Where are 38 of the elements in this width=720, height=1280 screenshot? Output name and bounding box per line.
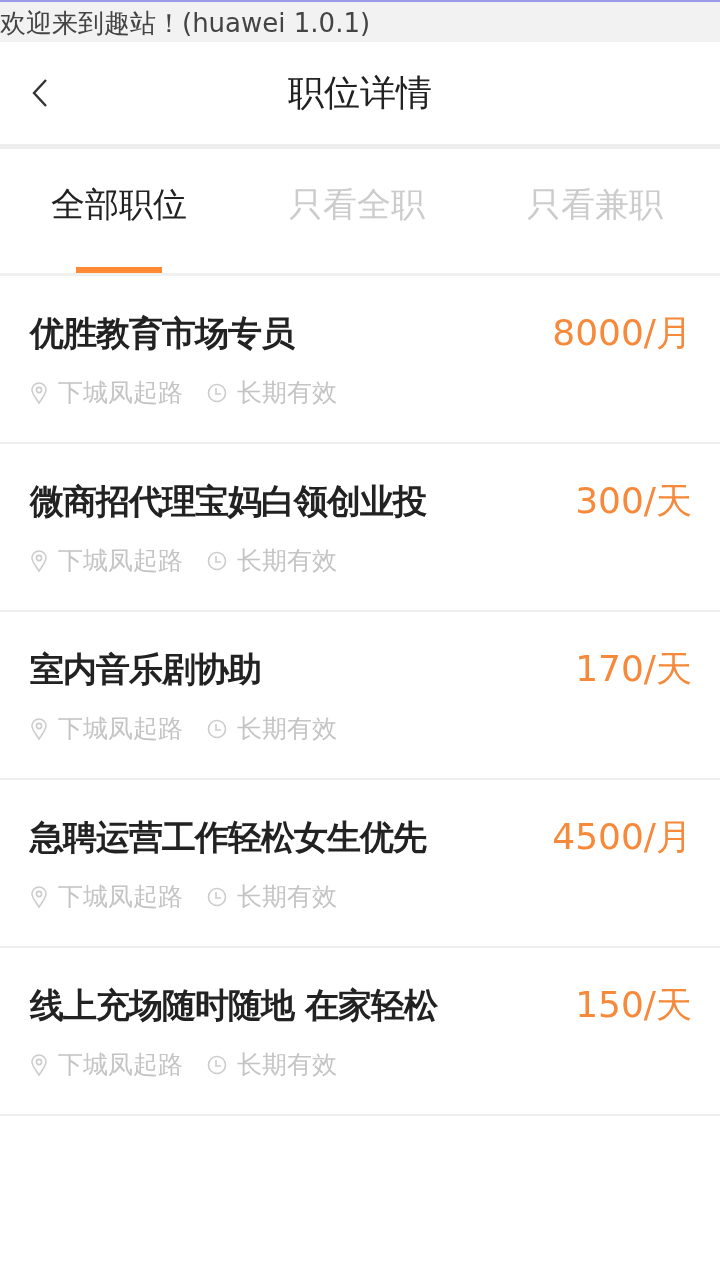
validity-text: 长期有效: [237, 545, 337, 577]
job-item[interactable]: 室内音乐剧协助 170/天 下城凤起路 长期有效: [0, 612, 720, 780]
location-text: 下城凤起路: [58, 1049, 183, 1081]
validity-text: 长期有效: [237, 377, 337, 409]
location-pin-icon: [30, 884, 48, 909]
job-title: 优胜教育市场专员: [30, 311, 294, 355]
clock-icon: [207, 550, 227, 571]
job-item[interactable]: 线上充场随时随地 在家轻松 150/天 下城凤起路 长期有效: [0, 948, 720, 1116]
job-item[interactable]: 急聘运营工作轻松女生优先 4500/月 下城凤起路 长期有效: [0, 780, 720, 948]
salary: 4500/月: [552, 815, 692, 859]
job-item[interactable]: 微商招代理宝妈白领创业投 300/天 下城凤起路 长期有效: [0, 444, 720, 612]
page-title: 职位详情: [288, 70, 432, 115]
validity-text: 长期有效: [237, 881, 337, 913]
location-text: 下城凤起路: [58, 545, 183, 577]
location-text: 下城凤起路: [58, 881, 183, 913]
back-button[interactable]: [30, 77, 50, 109]
location-text: 下城凤起路: [58, 377, 183, 409]
salary: 170/天: [575, 647, 692, 691]
validity-text: 长期有效: [237, 1049, 337, 1081]
location-pin-icon: [30, 716, 48, 741]
location-pin-icon: [30, 1052, 48, 1077]
clock-icon: [207, 382, 227, 403]
validity-text: 长期有效: [237, 713, 337, 745]
clock-icon: [207, 1054, 227, 1075]
location-pin-icon: [30, 380, 48, 405]
location-pin-icon: [30, 548, 48, 573]
clock-icon: [207, 886, 227, 907]
salary: 8000/月: [552, 311, 692, 355]
job-title: 线上充场随时随地 在家轻松: [30, 983, 437, 1027]
location-text: 下城凤起路: [58, 713, 183, 745]
salary: 300/天: [575, 479, 692, 523]
clock-icon: [207, 718, 227, 739]
job-title: 急聘运营工作轻松女生优先: [30, 815, 426, 859]
job-title: 微商招代理宝妈白领创业投: [30, 479, 426, 523]
job-title: 室内音乐剧协助: [30, 647, 261, 691]
salary: 150/天: [575, 983, 692, 1027]
job-item[interactable]: 优胜教育市场专员 8000/月 下城凤起路 长期有效: [0, 276, 720, 444]
status-bar: 欢迎来到趣站！(huawei 1.0.1): [0, 0, 720, 42]
